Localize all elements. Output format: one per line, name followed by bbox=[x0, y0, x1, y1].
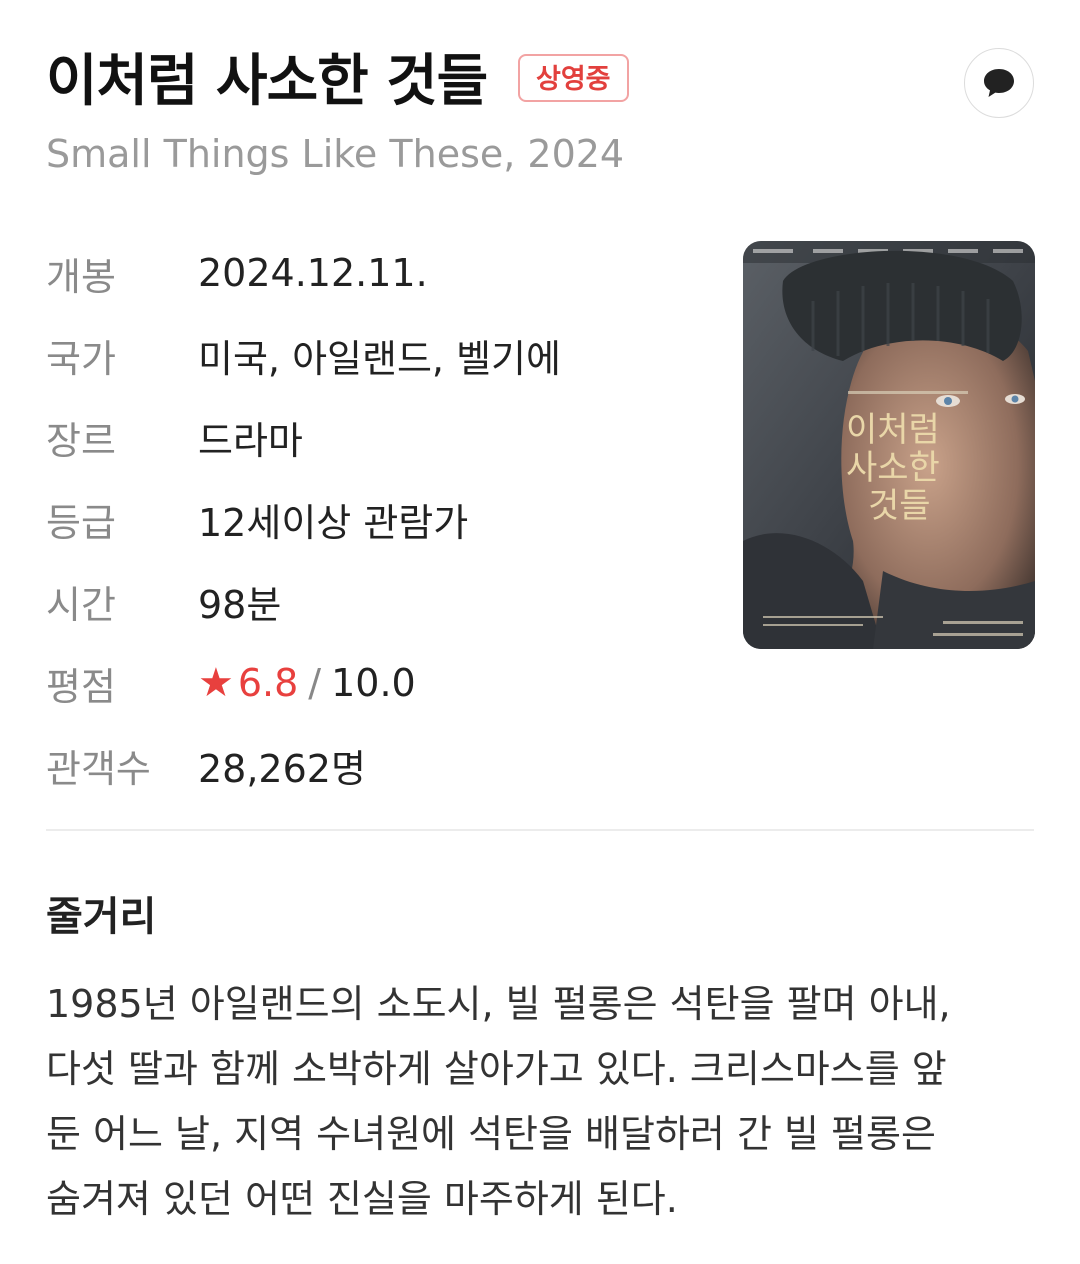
score-value: 6.8 bbox=[237, 661, 299, 705]
audience-label: 관객수 bbox=[46, 746, 151, 791]
star-icon: ★ bbox=[198, 660, 234, 706]
movie-header: 이처럼 사소한 것들 상영중 bbox=[46, 44, 1034, 124]
poster-image: 이처럼 사소한 것들 bbox=[743, 241, 1035, 649]
score-label: 평점 bbox=[46, 664, 116, 709]
synopsis-line: 다섯 딸과 함께 소박하게 살아가고 있다. 크리스마스를 앞 bbox=[46, 1047, 947, 1091]
runtime-label: 시간 bbox=[46, 582, 116, 627]
release-value: 2024.12.11. bbox=[198, 251, 428, 295]
movie-title: 이처럼 사소한 것들 bbox=[46, 49, 488, 114]
info-row-score: 평점 ★ 6.8/10.0 bbox=[46, 642, 706, 724]
rating-class-label: 등급 bbox=[46, 500, 116, 545]
svg-text:이처럼: 이처럼 bbox=[846, 410, 940, 450]
status-badge: 상영중 bbox=[518, 54, 629, 102]
synopsis-line: 숨겨져 있던 어떤 진실을 마주하게 된다. bbox=[46, 1177, 678, 1221]
country-label: 국가 bbox=[46, 336, 116, 381]
synopsis-heading: 줄거리 bbox=[46, 894, 157, 940]
info-row-audience: 관객수 28,262명 bbox=[46, 724, 706, 806]
original-title-year: Small Things Like These, 2024 bbox=[46, 132, 625, 176]
svg-text:것들: 것들 bbox=[868, 486, 931, 526]
movie-poster[interactable]: 이처럼 사소한 것들 bbox=[743, 241, 1035, 649]
synopsis-text: 1985년 아일랜드의 소도시, 빌 펄롱은 석탄을 팔며 아내, 다섯 딸과 … bbox=[46, 972, 1036, 1232]
info-row-country: 국가 미국, 아일랜드, 벨기에 bbox=[46, 314, 706, 396]
score-value-group: ★ 6.8/10.0 bbox=[198, 660, 416, 706]
genre-value: 드라마 bbox=[198, 418, 303, 463]
rating-class-value: 12세이상 관람가 bbox=[198, 500, 469, 545]
synopsis-line: 1985년 아일랜드의 소도시, 빌 펄롱은 석탄을 팔며 아내, bbox=[46, 982, 951, 1026]
section-divider bbox=[46, 829, 1034, 831]
info-row-runtime: 시간 98분 bbox=[46, 560, 706, 642]
genre-label: 장르 bbox=[46, 418, 116, 463]
release-label: 개봉 bbox=[46, 254, 116, 299]
comment-button[interactable] bbox=[964, 48, 1034, 118]
movie-info-list: 개봉 2024.12.11. 국가 미국, 아일랜드, 벨기에 장르 드라마 등… bbox=[46, 232, 706, 806]
runtime-value: 98분 bbox=[198, 582, 282, 627]
audience-value: 28,262명 bbox=[198, 746, 366, 791]
score-max: 10.0 bbox=[331, 661, 416, 705]
info-row-release: 개봉 2024.12.11. bbox=[46, 232, 706, 314]
svg-text:사소한: 사소한 bbox=[846, 448, 940, 488]
score-separator: / bbox=[308, 661, 322, 705]
info-row-genre: 장르 드라마 bbox=[46, 396, 706, 478]
info-row-rating-class: 등급 12세이상 관람가 bbox=[46, 478, 706, 560]
country-value: 미국, 아일랜드, 벨기에 bbox=[198, 336, 561, 381]
synopsis-line: 둔 어느 날, 지역 수녀원에 석탄을 배달하러 간 빌 펄롱은 bbox=[46, 1112, 936, 1156]
speech-bubble-icon bbox=[984, 69, 1014, 97]
